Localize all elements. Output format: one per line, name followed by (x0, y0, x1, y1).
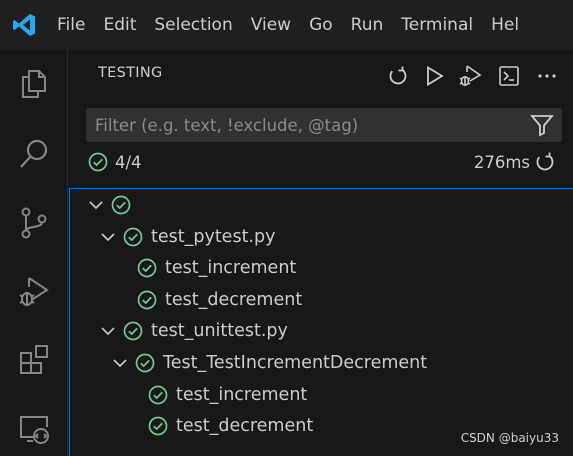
tree-node-test[interactable]: test_increment (137, 252, 296, 284)
explorer-icon[interactable] (14, 64, 54, 104)
watermark: CSDN @baiyu33 (460, 431, 559, 445)
tree-node-class[interactable]: Test_TestIncrementDecrement (111, 347, 427, 379)
rerun-icon[interactable] (534, 151, 556, 173)
tree-node-label: test_increment (165, 258, 297, 278)
chevron-down-icon[interactable] (111, 354, 129, 372)
tree-node-file[interactable]: test_pytest.py (99, 221, 275, 253)
pass-check-icon (135, 353, 155, 373)
pass-check-icon (123, 321, 143, 341)
chevron-down-icon[interactable] (99, 228, 117, 246)
tree-node-root[interactable] (87, 189, 139, 221)
filter-icon[interactable] (530, 113, 554, 137)
testing-sidebar: TESTING Filter (e.g. text, !exclude, @ta… (69, 50, 573, 456)
menu-view[interactable]: View (242, 0, 300, 50)
filter-box (86, 108, 562, 142)
tree-node-label: test_decrement (165, 290, 303, 310)
search-icon[interactable] (14, 134, 54, 174)
tree-node-label: test_unittest.py (151, 321, 288, 341)
vscode-logo-icon (0, 0, 48, 50)
run-duration: 276ms (473, 152, 530, 172)
menu-terminal[interactable]: Terminal (392, 0, 482, 50)
activity-bar (0, 50, 68, 456)
menu-edit[interactable]: Edit (94, 0, 145, 50)
tree-node-label: test_increment (176, 385, 308, 405)
title-bar: File Edit Selection View Go Run Terminal… (0, 0, 573, 50)
run-all-icon[interactable] (421, 63, 447, 89)
menu-file[interactable]: File (48, 0, 94, 50)
pass-count: 4/4 (115, 152, 142, 172)
pass-check-icon (148, 385, 168, 405)
tree-node-test[interactable]: test_increment (148, 379, 307, 411)
refresh-icon[interactable] (385, 63, 411, 89)
tree-node-label: Test_TestIncrementDecrement (163, 353, 428, 373)
run-debug-icon[interactable] (14, 272, 54, 312)
pass-check-icon (137, 290, 157, 310)
test-tree: test_pytest.py test_increment test_decre… (69, 188, 573, 456)
remote-explorer-icon[interactable] (14, 408, 54, 448)
pass-check-icon (88, 152, 108, 172)
tree-node-test[interactable]: test_decrement (137, 284, 302, 316)
extensions-icon[interactable] (14, 340, 54, 380)
panel-title: TESTING (98, 65, 163, 81)
pass-check-icon (123, 227, 143, 247)
chevron-down-icon[interactable] (99, 322, 117, 340)
terminal-icon[interactable] (496, 63, 522, 89)
menu-help[interactable]: Hel (482, 0, 528, 50)
source-control-icon[interactable] (14, 203, 54, 243)
test-summary: 4/4 276ms (88, 148, 564, 176)
filter-input[interactable] (86, 115, 516, 135)
menu-selection[interactable]: Selection (145, 0, 241, 50)
pass-check-icon (148, 416, 168, 436)
menu-run[interactable]: Run (342, 0, 393, 50)
debug-all-icon[interactable] (457, 63, 483, 89)
pass-check-icon (111, 195, 131, 215)
menu-go[interactable]: Go (300, 0, 342, 50)
chevron-down-icon[interactable] (87, 196, 105, 214)
pass-check-icon (137, 258, 157, 278)
tree-node-label: test_decrement (176, 416, 314, 436)
more-icon[interactable] (534, 63, 560, 89)
tree-node-test[interactable]: test_decrement (148, 410, 313, 442)
tree-node-file[interactable]: test_unittest.py (99, 315, 288, 347)
tree-node-label: test_pytest.py (151, 227, 276, 247)
